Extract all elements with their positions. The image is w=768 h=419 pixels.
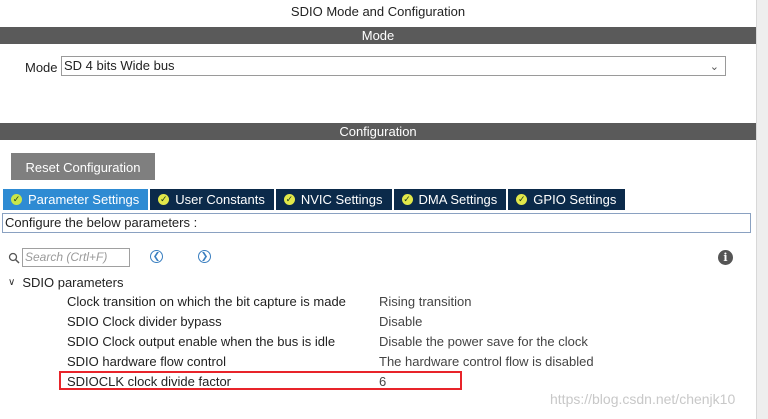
check-circle-icon: ✓: [516, 194, 528, 205]
param-name: Clock transition on which the bit captur…: [67, 294, 346, 309]
previous-result-icon[interactable]: ❮: [150, 250, 163, 263]
mode-select-value: SD 4 bits Wide bus: [64, 58, 175, 73]
tab-label: GPIO Settings: [533, 192, 617, 207]
param-name: SDIO hardware flow control: [67, 354, 226, 369]
param-name: SDIO Clock divider bypass: [67, 314, 222, 329]
chevron-down-icon: ⌄: [709, 61, 719, 73]
tab-user-constants[interactable]: ✓ User Constants: [150, 189, 274, 210]
config-tabs: ✓ Parameter Settings ✓ User Constants ✓ …: [3, 189, 627, 210]
param-row[interactable]: SDIO Clock output enable when the bus is…: [67, 332, 667, 352]
search-input[interactable]: Search (Crtl+F): [22, 248, 130, 267]
chevron-down-icon: ∨: [8, 277, 16, 288]
check-circle-icon: ✓: [158, 194, 170, 205]
param-row[interactable]: SDIO Clock divider bypass Disable: [67, 312, 667, 332]
tab-nvic-settings[interactable]: ✓ NVIC Settings: [275, 189, 392, 210]
tab-label: DMA Settings: [418, 192, 498, 207]
search-icon: [8, 252, 20, 264]
param-name: SDIO Clock output enable when the bus is…: [67, 334, 336, 349]
param-value: Disable: [379, 314, 423, 329]
tab-dma-settings[interactable]: ✓ DMA Settings: [393, 189, 507, 210]
next-result-icon[interactable]: ❯: [198, 250, 211, 263]
tab-label: Parameter Settings: [28, 192, 140, 207]
window-title: SDIO Mode and Configuration: [290, 4, 466, 19]
tab-parameter-settings[interactable]: ✓ Parameter Settings: [3, 189, 149, 210]
mode-section-header: Mode: [0, 27, 756, 44]
info-icon[interactable]: i: [718, 250, 733, 265]
tab-label: User Constants: [175, 192, 265, 207]
param-row[interactable]: SDIO hardware flow control The hardware …: [67, 352, 667, 372]
param-value: Disable the power save for the clock: [379, 334, 588, 349]
highlight-annotation-box: [59, 371, 462, 390]
mode-select[interactable]: SD 4 bits Wide bus ⌄: [61, 56, 726, 76]
param-row[interactable]: Clock transition on which the bit captur…: [67, 292, 667, 312]
tab-label: NVIC Settings: [300, 192, 383, 207]
check-circle-icon: ✓: [401, 194, 413, 205]
param-value: The hardware control flow is disabled: [379, 354, 594, 369]
check-circle-icon: ✓: [283, 194, 295, 205]
mode-label: Mode: [25, 60, 58, 75]
configuration-section-header: Configuration: [0, 123, 756, 140]
watermark: https://blog.csdn.net/chenjk10: [550, 391, 736, 407]
parameters-description: Configure the below parameters :: [2, 213, 751, 233]
sdio-parameters-group[interactable]: ∨ SDIO parameters: [8, 275, 123, 290]
param-value: Rising transition: [379, 294, 472, 309]
window-scroll-edge: [756, 0, 768, 419]
tab-gpio-settings[interactable]: ✓ GPIO Settings: [508, 189, 626, 210]
reset-configuration-button[interactable]: Reset Configuration: [11, 153, 155, 180]
group-label: SDIO parameters: [22, 275, 124, 290]
check-circle-icon: ✓: [11, 194, 22, 205]
